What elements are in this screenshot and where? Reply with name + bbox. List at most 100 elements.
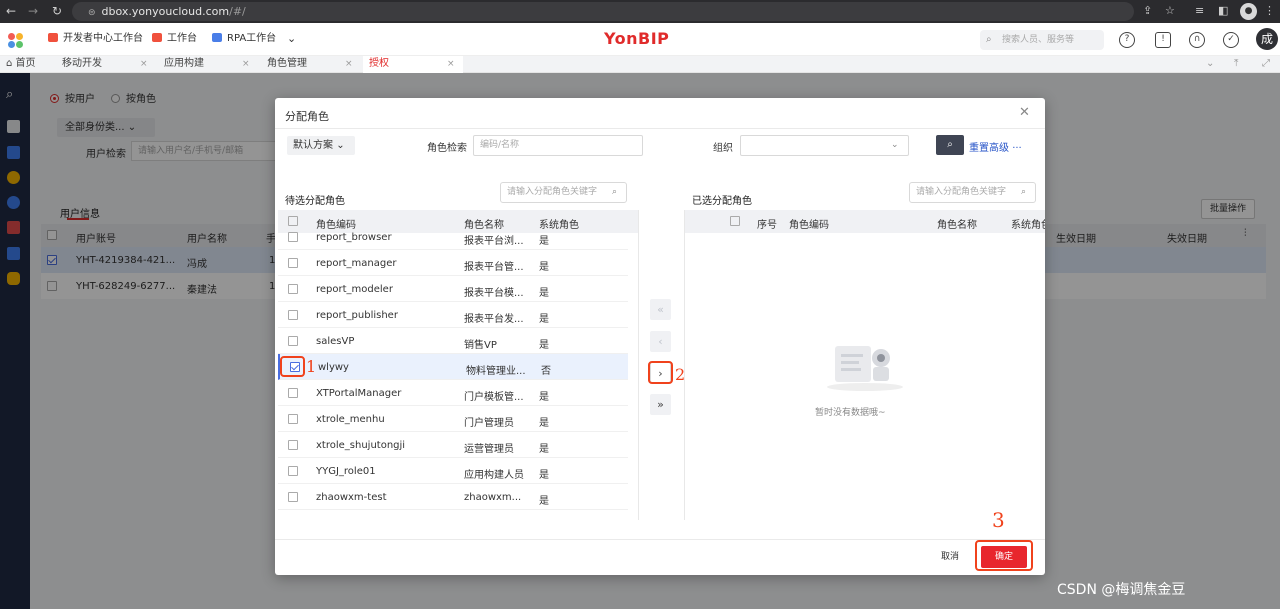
forward-icon[interactable]: → — [28, 4, 38, 18]
settings-icon[interactable]: ✓ — [1223, 32, 1239, 48]
rpa-icon — [212, 33, 222, 42]
role-code: XTPortalManager — [316, 388, 402, 399]
home-icon: ⌂ — [6, 58, 16, 69]
role-name: 报表平台发... — [464, 314, 524, 325]
move-left-button[interactable]: ‹ — [650, 331, 671, 352]
close-icon[interactable]: × — [140, 56, 148, 72]
row-checkbox[interactable] — [288, 414, 298, 424]
table-row[interactable]: XTPortalManager 门户模板管... 是 — [278, 380, 628, 406]
table-row[interactable]: report_browser 报表平台浏... 是 — [278, 228, 628, 250]
close-icon[interactable]: ✕ — [1019, 105, 1030, 120]
select-all-checkbox[interactable] — [288, 216, 298, 226]
org-label: 组织 — [713, 143, 733, 154]
workbench-icon — [152, 33, 162, 42]
empty-text: 暂时没有数据哦~ — [815, 408, 886, 418]
role-name: 应用构建人员 — [464, 470, 524, 481]
table-row[interactable]: report_modeler 报表平台模... 是 — [278, 276, 628, 302]
advanced-link[interactable]: 高级 ··· — [989, 139, 1022, 154]
app-logo-icon[interactable] — [8, 33, 24, 49]
tab-home[interactable]: ⌂ 首页 — [0, 56, 56, 73]
role-code: wlywy — [318, 362, 349, 373]
reload-icon[interactable]: ↻ — [52, 4, 62, 18]
right-table-header: 序号 角色编码 角色名称 系统角色 — [685, 210, 1045, 233]
table-row[interactable]: xtrole_shujutongji 运营管理员 是 — [278, 432, 628, 458]
close-icon[interactable]: × — [242, 56, 250, 72]
reading-list-icon[interactable]: ≡ — [1195, 4, 1204, 17]
dialog-title: 分配角色 — [285, 110, 329, 123]
tab-app-build[interactable]: 应用构建 × — [158, 56, 256, 73]
table-row[interactable]: YYGJ_role01 应用构建人员 是 — [278, 458, 628, 484]
tabs-dropdown-icon[interactable]: ⌄ — [1200, 56, 1214, 73]
table-row[interactable]: report_manager 报表平台管... 是 — [278, 250, 628, 276]
system-role-flag: 是 — [539, 262, 549, 273]
system-role-flag: 是 — [539, 236, 549, 247]
url-bar[interactable]: ⊜ dbox.yonyoucloud.com/#/ — [72, 2, 1134, 21]
message-icon[interactable]: ! — [1155, 32, 1171, 48]
more-tabs-chevron-icon[interactable]: ⌄ — [287, 32, 296, 46]
pin-top-icon[interactable]: ⤒ — [1228, 56, 1238, 73]
row-checkbox[interactable] — [288, 440, 298, 450]
divider — [275, 128, 1045, 129]
left-section-title: 待选分配角色 — [285, 192, 345, 212]
role-code: salesVP — [316, 336, 355, 347]
annotation-number: 2 — [675, 365, 686, 384]
query-button[interactable]: ⌕ — [936, 135, 964, 155]
support-headset-icon[interactable]: ∩ — [1189, 32, 1205, 48]
row-checkbox[interactable] — [288, 492, 298, 502]
org-select[interactable]: ⌄ — [740, 135, 909, 156]
profile-icon[interactable]: ● — [1240, 3, 1257, 20]
cancel-button[interactable]: 取消 — [926, 546, 974, 568]
role-search-input[interactable]: 编码/名称 — [473, 135, 643, 156]
sidebar-toggle-icon[interactable]: ◧ — [1218, 4, 1228, 17]
role-name: 门户模板管... — [464, 392, 524, 403]
table-row[interactable]: salesVP 销售VP 是 — [278, 328, 628, 354]
row-checkbox[interactable] — [288, 388, 298, 398]
plan-select[interactable]: 默认方案 ⌄ — [287, 136, 355, 155]
row-checkbox[interactable] — [288, 258, 298, 268]
move-all-right-button[interactable]: » — [650, 394, 671, 415]
annotation-number: 3 — [992, 508, 1005, 532]
row-checkbox[interactable] — [288, 336, 298, 346]
left-table-body: report_browser 报表平台浏... 是 report_manager 报表平… — [278, 228, 628, 518]
search-icon: ⌕ — [947, 139, 953, 150]
tab-authorization[interactable]: 授权 × — [363, 56, 463, 73]
back-icon[interactable]: ← — [6, 4, 16, 18]
quick-tab-rpa[interactable]: RPA工作台 — [212, 32, 276, 46]
close-icon[interactable]: × — [447, 56, 455, 72]
select-all-checkbox[interactable] — [730, 216, 740, 226]
right-filter-input[interactable]: 请输入分配角色关键字 ⌕ — [909, 182, 1036, 203]
global-search-input[interactable]: ⌕ 搜索人员、服务等 — [980, 30, 1104, 50]
assign-role-dialog: 分配角色 ✕ 默认方案 ⌄ 角色检索 编码/名称 组织 ⌄ ⌕ 重置 高级 ··… — [275, 98, 1045, 575]
row-checkbox[interactable] — [288, 284, 298, 294]
close-icon[interactable]: × — [345, 56, 353, 72]
table-row[interactable]: zhaowxm-test zhaowxm... 是 — [278, 484, 628, 510]
reset-link[interactable]: 重置 — [969, 139, 989, 154]
tab-role-management[interactable]: 角色管理 × — [261, 56, 359, 73]
role-code: report_manager — [316, 258, 397, 269]
table-row[interactable]: wlywy 物料管理业... 否 — [278, 354, 628, 380]
user-avatar[interactable]: 成 — [1256, 28, 1278, 50]
bookmark-star-icon[interactable]: ☆ — [1165, 4, 1175, 17]
row-checkbox[interactable] — [288, 310, 298, 320]
table-row[interactable]: report_publisher 报表平台发... 是 — [278, 302, 628, 328]
role-name: 运营管理员 — [464, 444, 514, 455]
row-checkbox[interactable] — [288, 232, 298, 242]
help-icon[interactable]: ? — [1119, 32, 1135, 48]
tab-mobile-dev[interactable]: 移动开发 × — [56, 56, 154, 73]
share-icon[interactable]: ⇪ — [1143, 4, 1152, 17]
quick-tab-dev-center[interactable]: 开发者中心工作台 — [48, 32, 143, 46]
left-filter-input[interactable]: 请输入分配角色关键字 ⌕ — [500, 182, 627, 203]
move-all-left-button[interactable]: « — [650, 299, 671, 320]
row-checkbox[interactable] — [288, 466, 298, 476]
chevron-down-icon: ⌄ — [891, 140, 899, 150]
quick-tab-workbench[interactable]: 工作台 — [152, 32, 197, 46]
role-code: xtrole_shujutongji — [316, 440, 406, 451]
role-code: report_publisher — [316, 310, 398, 321]
page-tabs-bar: ⌂ 首页 移动开发 × 应用构建 × 角色管理 × 授权 × ⌄ ⤒ ⤢ — [0, 56, 1280, 73]
system-role-flag: 是 — [539, 470, 549, 481]
fullscreen-icon[interactable]: ⤢ — [1256, 56, 1270, 73]
table-row[interactable]: xtrole_menhu 门户管理员 是 — [278, 406, 628, 432]
menu-kebab-icon[interactable]: ⋮ — [1264, 4, 1275, 17]
annotation-box-2 — [648, 361, 673, 384]
site-info-icon[interactable]: ⊜ — [88, 8, 96, 18]
